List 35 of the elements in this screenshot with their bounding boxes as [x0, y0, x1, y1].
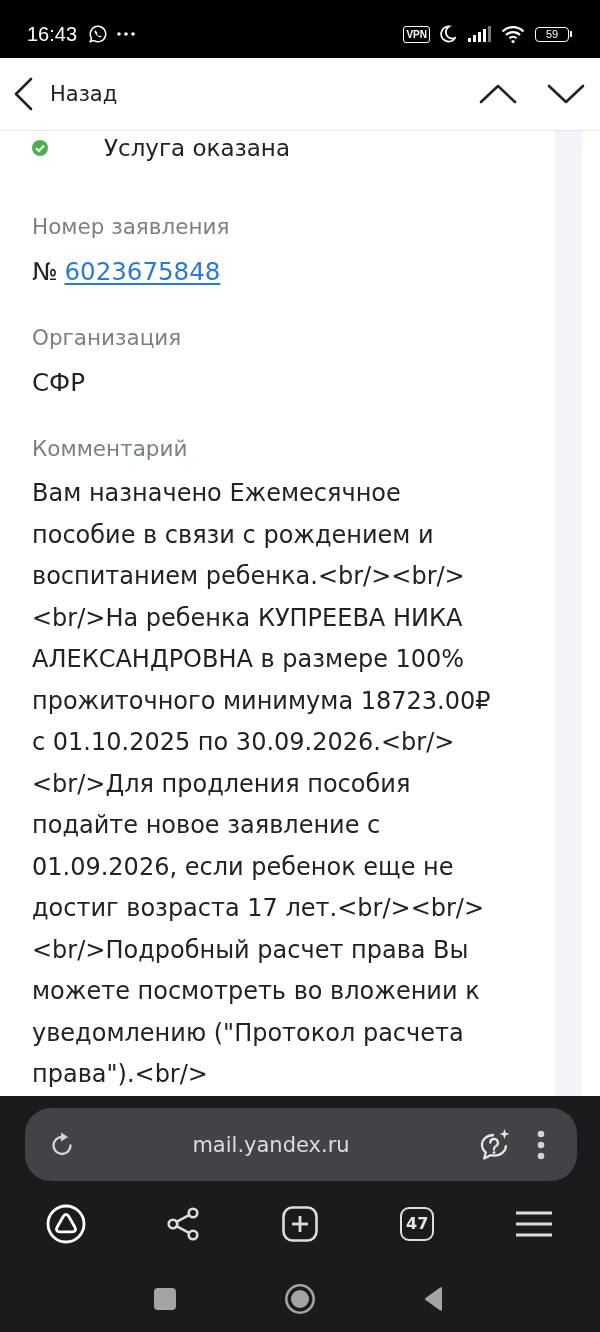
clock-time: 16:43	[27, 22, 78, 46]
status-text: Услуга оказана	[104, 135, 290, 161]
tab-count-button[interactable]: 47	[400, 1206, 435, 1241]
next-button[interactable]	[547, 84, 585, 104]
square-icon[interactable]	[154, 1288, 176, 1310]
home-circle-icon[interactable]	[285, 1284, 315, 1314]
share-icon[interactable]	[165, 1206, 200, 1241]
signal-icon	[468, 26, 492, 42]
menu-icon[interactable]	[516, 1210, 553, 1237]
field-label: Номер заявления	[32, 213, 230, 241]
previous-button[interactable]	[479, 84, 517, 104]
application-number-link[interactable]: 6023675848	[64, 257, 221, 287]
field-label: Комментарий	[32, 435, 188, 463]
chevron-up-icon	[479, 84, 517, 104]
plus-square-icon[interactable]	[282, 1205, 318, 1242]
field-label: Организация	[32, 324, 182, 352]
reload-icon[interactable]	[49, 1131, 75, 1158]
back-button[interactable]: Назад	[13, 77, 118, 111]
more-options-icon[interactable]	[537, 1129, 545, 1160]
more-dots-icon	[117, 32, 136, 36]
wifi-icon	[501, 25, 525, 43]
phone-bubble-icon	[89, 25, 108, 43]
chevron-left-icon	[13, 77, 33, 111]
check-circle-icon	[32, 140, 48, 156]
back-triangle-icon[interactable]	[424, 1287, 444, 1311]
address-bar[interactable]: mail.yandex.ru	[25, 1108, 577, 1181]
vpn-badge: VPN	[403, 25, 430, 43]
url-text: mail.yandex.ru	[191, 1132, 351, 1157]
field-value: СФР	[32, 368, 85, 398]
chevron-down-icon	[547, 84, 585, 104]
moon-icon	[440, 25, 456, 43]
number-sign: №	[32, 257, 58, 287]
triangle-circle-icon[interactable]	[45, 1203, 86, 1244]
comment-text: Вам назначено Ежемесячное пособие в связи с рождением и воспитанием ребенка.<br/><br/><br/>На ребенка КУПРЕЕВА НИКА АЛЕКСАНДРОВНА в размере 100% прожиточного минимума 18723.00₽ с 01.10.2025 по 30.09.2026.<br/><br/>Для продления пособия подайте новое заявление с 01.09.2026, если ребенок еще не достиг возраста 17 лет.<br/><br/><br/>Подробный расчет права Вы можете посмотреть во вложении к уведомлению ("Протокол расчета права").<br/>	[32, 478, 492, 1090]
battery-indicator: 59	[535, 26, 572, 42]
